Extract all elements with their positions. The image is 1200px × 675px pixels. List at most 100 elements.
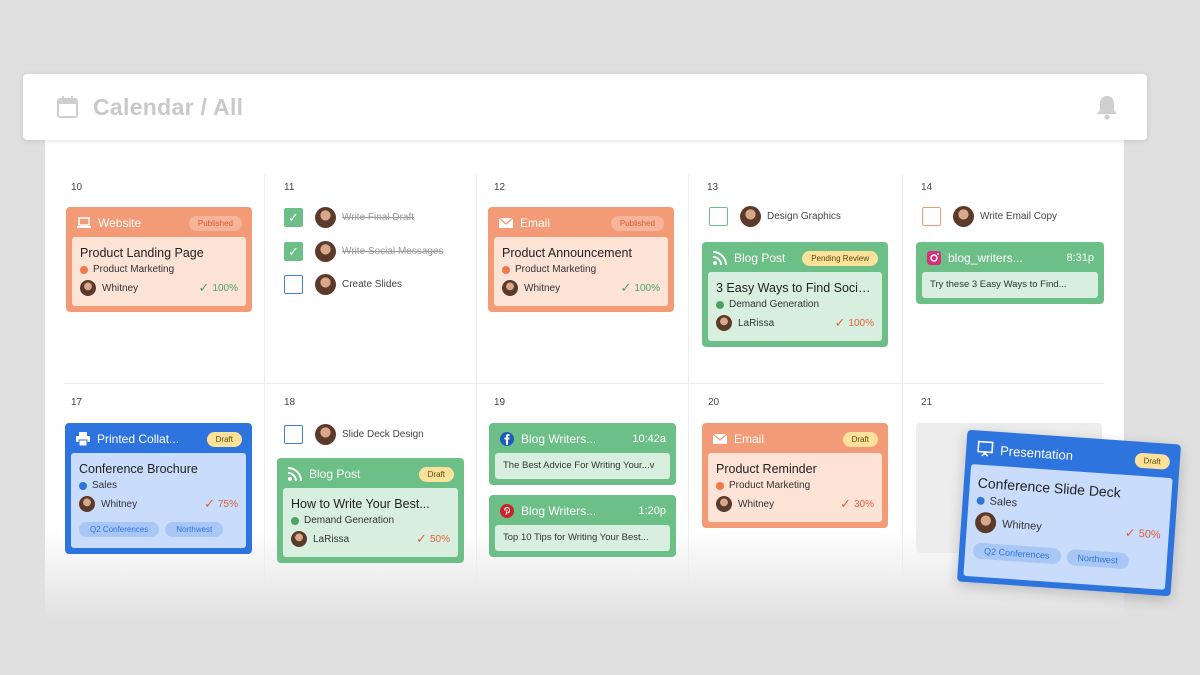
card-category: Product Marketing (729, 480, 811, 491)
task-item[interactable]: Write Email Copy (922, 206, 1057, 227)
avatar (974, 511, 997, 534)
status-badge: Draft (842, 431, 878, 447)
check-icon: ✓ (198, 280, 210, 295)
task-checkbox[interactable] (284, 425, 303, 444)
task-item[interactable]: ✓ Write Social Messages (284, 241, 444, 262)
calendar-card-email[interactable]: Email Published Product Announcement Pro… (488, 207, 674, 312)
day-number: 13 (707, 182, 719, 193)
task-item[interactable]: Create Slides (284, 274, 402, 295)
task-checkbox[interactable] (922, 207, 941, 226)
task-item[interactable]: Design Graphics (709, 206, 841, 227)
presentation-icon (977, 440, 994, 457)
calendar-icon[interactable] (57, 96, 78, 118)
card-type: Presentation (999, 442, 1074, 463)
task-checkbox[interactable]: ✓ (284, 242, 303, 261)
task-label: Design Graphics (767, 211, 841, 222)
status-badge: Published (188, 215, 242, 231)
card-type: Email (520, 216, 551, 230)
status-badge: Draft (1134, 451, 1171, 470)
card-category: Product Marketing (93, 264, 175, 275)
day-number: 17 (71, 397, 83, 408)
category-dot (79, 481, 87, 490)
card-progress: 100% (848, 317, 874, 329)
status-badge: Draft (418, 466, 454, 482)
check-icon: ✓ (1124, 524, 1137, 541)
tag[interactable]: Northwest (165, 522, 224, 537)
card-type: Blog Writers... (521, 432, 597, 446)
card-progress: 100% (212, 282, 238, 294)
post-snippet: Top 10 Tips for Writing Your Best... (503, 532, 649, 543)
avatar (716, 315, 732, 331)
calendar-card-blog-post[interactable]: Blog Post Draft How to Write Your Best..… (277, 458, 464, 563)
category-dot (291, 516, 299, 525)
post-snippet: The Best Advice For Writing Your...v (503, 460, 655, 471)
day-number: 20 (708, 397, 720, 408)
card-progress: 30% (853, 498, 874, 510)
category-dot (716, 481, 724, 490)
check-icon: ✓ (620, 280, 632, 295)
post-time: 8:31p (1066, 252, 1094, 264)
category-dot (80, 265, 88, 274)
bell-icon[interactable] (1095, 94, 1119, 120)
task-item[interactable]: Slide Deck Design (284, 424, 424, 445)
card-type: Blog Post (734, 251, 786, 265)
card-owner: Whitney (102, 282, 139, 294)
avatar (315, 207, 336, 228)
printer-icon (76, 432, 90, 446)
day-number: 11 (284, 182, 295, 193)
calendar-card-printed-collateral[interactable]: Printed Collat... Draft Conference Broch… (65, 423, 252, 554)
card-title: Product Announcement (502, 246, 632, 260)
rss-icon (288, 467, 302, 481)
avatar (740, 206, 761, 227)
card-type: Website (98, 216, 142, 230)
pinterest-icon (500, 504, 514, 518)
day-number: 21 (921, 397, 933, 408)
category-dot (502, 265, 510, 274)
task-checkbox[interactable]: ✓ (284, 208, 303, 227)
tag[interactable]: Q2 Conferences (972, 542, 1062, 565)
card-title: How to Write Your Best... (291, 497, 430, 511)
calendar-card-website[interactable]: Website Published Product Landing Page P… (66, 207, 252, 312)
day-number: 18 (284, 397, 296, 408)
avatar (79, 496, 95, 512)
card-progress: 50% (1138, 527, 1162, 541)
check-icon: ✓ (834, 315, 846, 330)
status-badge: Published (610, 215, 664, 231)
card-title: Product Reminder (716, 462, 817, 476)
avatar (291, 531, 307, 547)
tag[interactable]: Northwest (1065, 548, 1130, 570)
task-item[interactable]: ✓ Write Final Draft (284, 207, 414, 228)
avatar (315, 424, 336, 445)
card-type: Blog Post (309, 467, 361, 481)
card-title: Product Landing Page (80, 246, 204, 260)
tag[interactable]: Q2 Conferences (79, 522, 160, 537)
card-progress: 50% (429, 533, 450, 545)
status-badge: Pending Review (802, 250, 878, 266)
task-checkbox[interactable] (284, 275, 303, 294)
grid-divider (476, 175, 477, 595)
calendar-card-blog-post[interactable]: Blog Post Pending Review 3 Easy Ways to … (702, 242, 888, 347)
calendar-card-pinterest[interactable]: Blog Writers... 1:20p Top 10 Tips for Wr… (489, 495, 676, 557)
rss-icon (713, 251, 727, 265)
avatar (80, 280, 96, 296)
grid-divider (264, 175, 265, 595)
grid-divider (688, 175, 689, 595)
status-badge: Draft (206, 431, 242, 447)
card-title: Conference Brochure (79, 462, 198, 476)
card-progress: 100% (634, 282, 660, 294)
avatar (716, 496, 732, 512)
calendar-card-facebook[interactable]: Blog Writers... 10:42a The Best Advice F… (489, 423, 676, 485)
grid-divider (902, 175, 903, 595)
grid-divider (64, 383, 1104, 384)
calendar-card-instagram[interactable]: blog_writers... 8:31p Try these 3 Easy W… (916, 242, 1104, 304)
category-dot (716, 300, 724, 309)
task-checkbox[interactable] (709, 207, 728, 226)
envelope-icon (713, 433, 727, 444)
post-time: 1:20p (638, 505, 666, 517)
post-time: 10:42a (632, 433, 666, 445)
category-dot (976, 496, 985, 506)
calendar-card-email[interactable]: Email Draft Product Reminder Product Mar… (702, 423, 888, 528)
calendar-card-presentation-dragging[interactable]: Presentation Draft Conference Slide Deck… (956, 429, 1182, 597)
top-bar: Calendar / All (23, 74, 1147, 140)
task-label: Create Slides (342, 279, 403, 290)
